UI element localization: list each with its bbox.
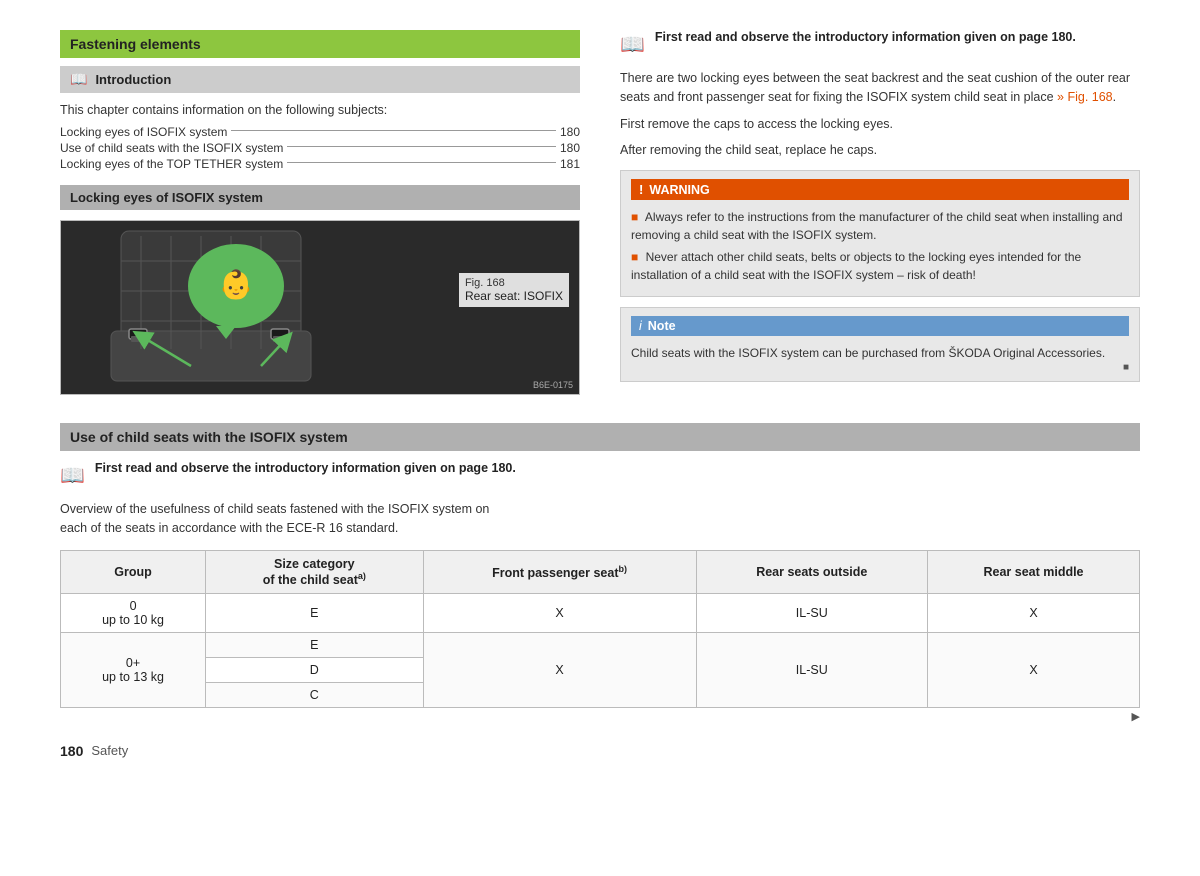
note-text: Child seats with the ISOFIX system can b…	[631, 344, 1129, 362]
book-icon-inline: 📖	[60, 463, 85, 488]
read-note-inline-text: First read and observe the introductory …	[95, 461, 516, 475]
fastening-elements-header: Fastening elements	[60, 30, 580, 58]
note-header: i Note	[631, 316, 1129, 336]
book-icon-right: 📖	[620, 32, 645, 57]
read-note-inline: 📖 First read and observe the introductor…	[60, 461, 1140, 488]
toc-item-2: Use of child seats with the ISOFIX syste…	[60, 141, 580, 155]
fig-caption: Rear seat: ISOFIX	[465, 289, 563, 303]
warning-title: WARNING	[649, 183, 709, 197]
page-section: Safety	[91, 743, 128, 758]
isofix-table: Group Size categoryof the child seata) F…	[60, 550, 1140, 708]
right-column: 📖 First read and observe the introductor…	[620, 30, 1140, 405]
col-size: Size categoryof the child seata)	[206, 550, 423, 593]
toc-item-1: Locking eyes of ISOFIX system 180	[60, 125, 580, 139]
body-text-3: After removing the child seat, replace h…	[620, 141, 1140, 160]
size-e-1: E	[206, 593, 423, 632]
locking-eyes-label: Locking eyes of ISOFIX system	[70, 190, 263, 205]
note-box: i Note Child seats with the ISOFIX syste…	[620, 307, 1140, 382]
table-row: 0+up to 13 kg E X IL-SU X	[61, 632, 1140, 657]
body-text-2: First remove the caps to access the lock…	[620, 115, 1140, 134]
child-seats-header: Use of child seats with the ISOFIX syste…	[60, 423, 1140, 451]
front-x-1: X	[423, 593, 696, 632]
front-x-2: X	[423, 632, 696, 707]
read-note-top: 📖 First read and observe the introductor…	[620, 30, 1140, 57]
book-icon-intro: 📖	[70, 71, 87, 88]
overview-text: Overview of the usefulness of child seat…	[60, 500, 1140, 538]
note-icon: i	[639, 319, 642, 333]
size-e-2: E	[206, 632, 423, 657]
warning-icon: !	[639, 182, 643, 197]
page-footer: 180 Safety	[60, 743, 1140, 759]
svg-text:👶: 👶	[219, 268, 254, 301]
warning-line-2: ■ Never attach other child seats, belts …	[631, 248, 1129, 284]
col-group: Group	[61, 550, 206, 593]
group-0: 0up to 10 kg	[61, 593, 206, 632]
fastening-elements-title: Fastening elements	[70, 36, 201, 52]
note-end-marker: ■	[631, 362, 1129, 373]
col-front: Front passenger seatb)	[423, 550, 696, 593]
note-title: Note	[648, 319, 676, 333]
fig-ref-link: » Fig. 168	[1057, 90, 1113, 104]
body1-text: There are two locking eyes between the s…	[620, 71, 1130, 104]
table-row: 0up to 10 kg E X IL-SU X	[61, 593, 1140, 632]
page-number: 180	[60, 743, 83, 759]
seat-svg: 👶	[61, 221, 401, 395]
warning-line-1: ■ Always refer to the instructions from …	[631, 208, 1129, 244]
locking-eyes-header: Locking eyes of ISOFIX system	[60, 185, 580, 210]
size-d: D	[206, 657, 423, 682]
rear-outside-ilsu-1: IL-SU	[696, 593, 927, 632]
rear-outside-ilsu-2: IL-SU	[696, 632, 927, 707]
body-text-1: There are two locking eyes between the s…	[620, 69, 1140, 107]
left-column: Fastening elements 📖 Introduction This c…	[60, 30, 580, 405]
table-scroll-arrow: ▶	[60, 710, 1140, 723]
table-header-row: Group Size categoryof the child seata) F…	[61, 550, 1140, 593]
figure-box: 👶 Fig. 168 Rear seat: ISOFIX B6E-0175	[60, 220, 580, 395]
full-width-section: Use of child seats with the ISOFIX syste…	[60, 423, 1140, 723]
rear-middle-x-1: X	[928, 593, 1140, 632]
group-0plus: 0+up to 13 kg	[61, 632, 206, 707]
size-c: C	[206, 682, 423, 707]
introduction-label: Introduction	[95, 72, 171, 87]
read-note-text: First read and observe the introductory …	[655, 30, 1076, 44]
warning-header: ! WARNING	[631, 179, 1129, 200]
col-rear-outside: Rear seats outside	[696, 550, 927, 593]
warning-content: ■ Always refer to the instructions from …	[631, 208, 1129, 284]
introduction-header: 📖 Introduction	[60, 66, 580, 93]
intro-text: This chapter contains information on the…	[60, 103, 580, 117]
fig-title: Fig. 168	[465, 277, 563, 289]
toc-item-3: Locking eyes of the TOP TETHER system 18…	[60, 157, 580, 171]
warning-box: ! WARNING ■ Always refer to the instruct…	[620, 170, 1140, 297]
figure-watermark: B6E-0175	[533, 380, 573, 390]
toc-list: Locking eyes of ISOFIX system 180 Use of…	[60, 125, 580, 171]
figure-label: Fig. 168 Rear seat: ISOFIX	[459, 273, 569, 307]
rear-middle-x-2: X	[928, 632, 1140, 707]
col-rear-middle: Rear seat middle	[928, 550, 1140, 593]
